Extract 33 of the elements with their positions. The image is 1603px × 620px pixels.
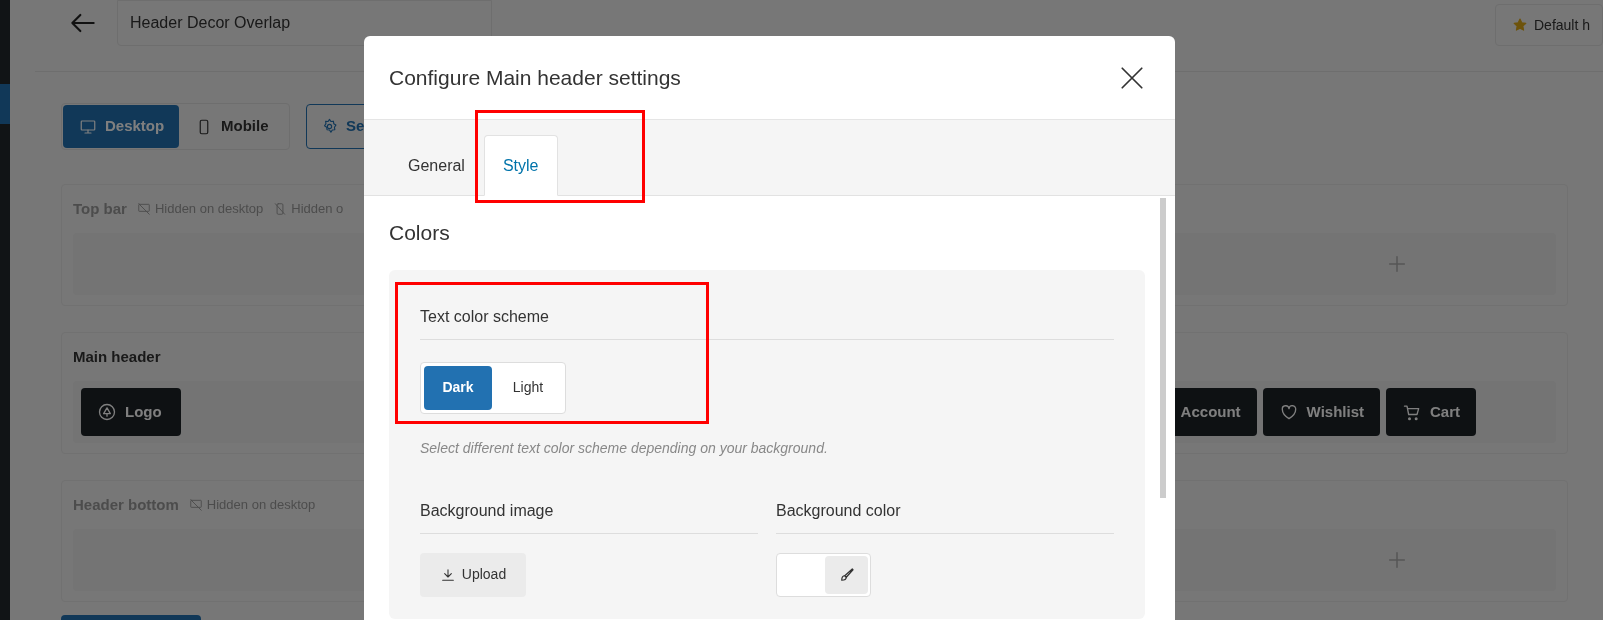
- view-tab[interactable]: Desktop: [63, 105, 179, 148]
- close-icon: [1119, 64, 1145, 91]
- header-element[interactable]: Logo: [81, 388, 181, 436]
- color-picker-field[interactable]: [776, 552, 871, 597]
- monitor-icon: [79, 117, 97, 136]
- field-label: Background image: [420, 498, 758, 534]
- default-header-badge[interactable]: Default h: [1495, 4, 1603, 46]
- upload-button[interactable]: Upload: [420, 552, 526, 597]
- plus-icon: [1386, 549, 1408, 571]
- view-tab[interactable]: Mobile: [179, 105, 284, 148]
- dialog-tab[interactable]: Style: [483, 135, 558, 196]
- sidebar-active-marker: [0, 84, 10, 124]
- section-heading: Colors: [389, 220, 451, 246]
- phone-off-icon: [273, 202, 288, 216]
- header-element[interactable]: Wishlist: [1262, 388, 1380, 436]
- eyedropper-button[interactable]: [825, 555, 868, 594]
- section-title: Main header: [73, 346, 161, 367]
- field-label: Text color scheme: [420, 304, 1114, 340]
- monitor-off-icon: [136, 202, 151, 216]
- star-icon: [1512, 17, 1528, 33]
- scheme-option[interactable]: Light: [494, 365, 562, 410]
- header-element[interactable]: Cart: [1386, 388, 1476, 436]
- monitor-off-icon: [188, 498, 203, 512]
- gear-icon: [321, 118, 338, 135]
- field-label: Background color: [776, 498, 1114, 534]
- scheme-option[interactable]: Dark: [424, 365, 492, 410]
- close-button[interactable]: [1119, 64, 1145, 91]
- dialog-title: Configure Main header settings: [389, 64, 681, 91]
- dialog-tab[interactable]: General: [389, 135, 484, 196]
- help-text: Select different text color scheme depending on your background.: [420, 438, 829, 458]
- logo-circle-icon: [97, 402, 117, 422]
- plus-icon: [1386, 253, 1408, 275]
- download-icon: [439, 566, 456, 583]
